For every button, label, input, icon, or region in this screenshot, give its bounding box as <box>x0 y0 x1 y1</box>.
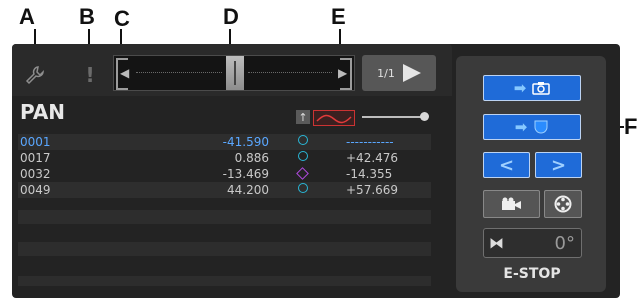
pan-speed-slider-track[interactable] <box>362 116 424 118</box>
curve-mode-icon[interactable] <box>313 110 355 126</box>
list-item[interactable]: 0001 -41.590 ----------- <box>18 134 431 150</box>
film-reel-button[interactable] <box>544 190 582 218</box>
empty-row <box>18 210 431 224</box>
warning-icon[interactable]: ! <box>77 62 103 88</box>
wrench-icon[interactable] <box>22 62 48 88</box>
row-id: 0032 <box>20 167 51 181</box>
callout-b: B <box>79 4 95 29</box>
arrow-right-icon: ➡ <box>513 79 527 97</box>
row-value: 44.200 <box>227 183 269 197</box>
film-reel-icon <box>554 195 572 213</box>
list-item[interactable]: 0032 -13.469 -14.355 <box>18 166 431 182</box>
callout-f: F <box>624 114 638 139</box>
diamond-marker-icon <box>296 166 309 181</box>
callout-e: E <box>331 4 346 29</box>
row-value: -13.469 <box>222 167 269 181</box>
circle-marker-icon <box>298 150 308 164</box>
previous-button[interactable]: < <box>483 152 530 178</box>
row-value: 0.886 <box>234 151 269 165</box>
next-button[interactable]: > <box>535 152 582 178</box>
page-indicator: 1/1 <box>377 66 395 80</box>
empty-row <box>18 276 431 286</box>
arrow-right-icon: ➡ <box>514 118 528 136</box>
empty-row <box>18 242 431 256</box>
circle-marker-icon <box>298 134 308 148</box>
video-camera-icon <box>501 197 521 210</box>
up-arrow-icon[interactable]: ↑ <box>296 110 310 124</box>
go-to-keyframe-button[interactable]: ➡ <box>483 114 581 140</box>
timeline-track-right <box>248 72 332 73</box>
play-icon <box>402 64 421 82</box>
timeline-right-bracket[interactable] <box>340 58 352 90</box>
list-item[interactable]: 0017 0.886 +42.476 <box>18 150 431 166</box>
keyframe-list: 0001 -41.590 ----------- 0017 0.886 +42.… <box>18 134 431 198</box>
row-relative: +42.476 <box>346 151 399 165</box>
callout-a: A <box>19 4 35 29</box>
row-id: 0049 <box>20 183 51 197</box>
circle-marker-icon <box>298 182 308 196</box>
row-id: 0001 <box>20 135 51 149</box>
chevron-right-icon: > <box>550 154 567 176</box>
shield-icon <box>534 120 548 134</box>
timeline-playhead[interactable] <box>226 56 244 90</box>
video-camera-button[interactable] <box>483 190 540 218</box>
rotation-value: 0° <box>554 233 575 254</box>
callout-d: D <box>223 4 239 29</box>
row-id: 0017 <box>20 151 51 165</box>
row-value: -41.590 <box>222 135 269 149</box>
estop-label[interactable]: E-STOP <box>500 266 564 282</box>
rotation-field[interactable]: ⧓ 0° <box>483 228 582 258</box>
timeline-left-arrow-icon[interactable]: ◀ <box>120 66 129 80</box>
go-to-snapshot-button[interactable]: ➡ <box>483 75 581 101</box>
camera-icon <box>532 82 551 95</box>
row-relative: ----------- <box>346 135 394 149</box>
list-item[interactable]: 0049 44.200 +57.669 <box>18 182 431 198</box>
row-relative: +57.669 <box>346 183 399 197</box>
timeline-track-left <box>136 72 222 73</box>
page-play-button[interactable]: 1/1 <box>362 55 436 91</box>
row-relative: -14.355 <box>346 167 393 181</box>
bowtie-icon: ⧓ <box>489 234 504 252</box>
pan-title: PAN <box>20 100 66 124</box>
pan-speed-slider-knob[interactable] <box>420 112 429 121</box>
chevron-left-icon: < <box>498 154 515 176</box>
timeline-scrubber[interactable]: ◀ ▶ <box>113 55 355 91</box>
